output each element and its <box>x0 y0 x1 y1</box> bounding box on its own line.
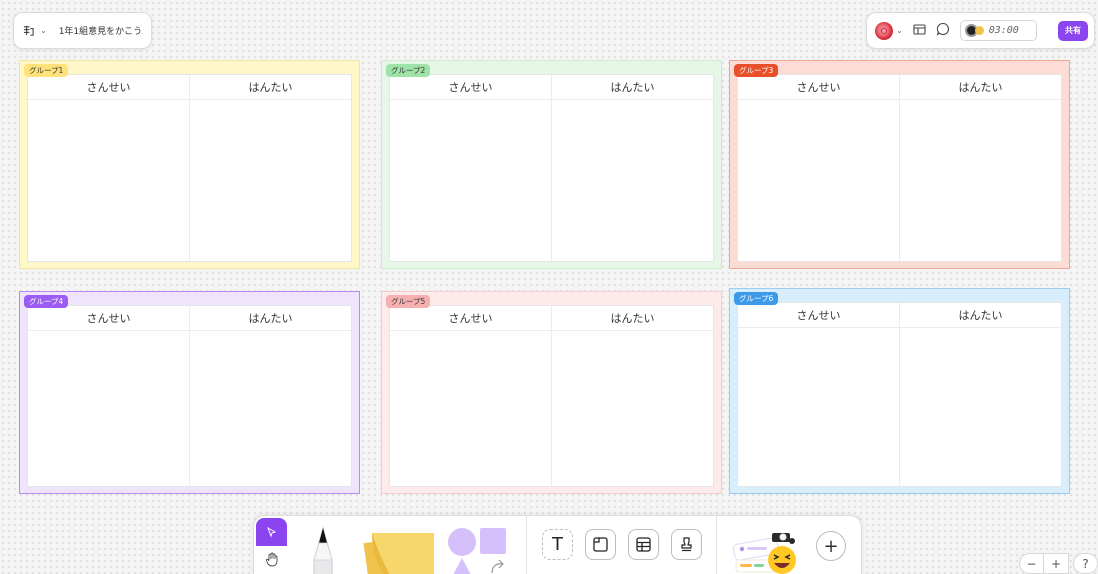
disagree-column[interactable]: はんたい <box>551 306 713 486</box>
comment-icon[interactable] <box>936 21 950 40</box>
text-tool-button[interactable]: T <box>542 529 573 560</box>
select-tool-button[interactable] <box>256 518 287 546</box>
agree-header: さんせい <box>738 75 899 100</box>
pen-icon <box>313 526 333 574</box>
top-right-controls: ⌄ 03:00 共有 <box>866 12 1095 49</box>
group-frame-4[interactable]: グループ4 さんせい はんたい <box>19 291 360 494</box>
agree-column[interactable]: さんせい <box>28 75 189 261</box>
help-button[interactable]: ? <box>1073 553 1098 574</box>
toolbar-divider <box>526 516 527 574</box>
opinion-table[interactable]: さんせい はんたい <box>737 302 1062 487</box>
group-frame-5[interactable]: グループ5 さんせい はんたい <box>381 291 722 494</box>
disagree-column[interactable]: はんたい <box>189 306 351 486</box>
opinion-table[interactable]: さんせい はんたい <box>27 305 352 487</box>
share-button[interactable]: 共有 <box>1058 20 1088 41</box>
group-frame-1[interactable]: グループ1 さんせい はんたい <box>19 60 360 269</box>
whiteboard-app: ⌄ 1年1組意見をかこう ⌄ 03:00 共有 グループ1 さんせい はんたい … <box>0 0 1098 574</box>
stamp-tool-button[interactable] <box>671 529 702 560</box>
sticky-note-icon <box>363 533 434 574</box>
agree-column[interactable]: さんせい <box>28 306 189 486</box>
disagree-header: はんたい <box>900 75 1061 100</box>
agree-column[interactable]: さんせい <box>390 75 551 261</box>
frame-tool-button[interactable] <box>585 529 616 560</box>
shape-tool[interactable] <box>444 525 510 574</box>
table-tool-button[interactable] <box>628 529 659 560</box>
disagree-header: はんたい <box>190 306 351 331</box>
stamp-icon <box>681 537 692 552</box>
agree-header: さんせい <box>390 75 551 100</box>
agree-header: さんせい <box>28 306 189 331</box>
disagree-column[interactable]: はんたい <box>899 75 1061 261</box>
group-label[interactable]: グループ2 <box>386 64 431 77</box>
chevron-down-icon[interactable]: ⌄ <box>40 26 47 35</box>
disagree-header: はんたい <box>552 75 713 100</box>
agree-column[interactable]: さんせい <box>390 306 551 486</box>
agree-header: さんせい <box>28 75 189 100</box>
opinion-table[interactable]: さんせい はんたい <box>27 74 352 262</box>
add-button[interactable]: + <box>816 531 846 561</box>
group-label[interactable]: グループ5 <box>386 295 431 308</box>
frame-icon <box>593 537 608 552</box>
disagree-header: はんたい <box>900 303 1061 328</box>
rose-avatar-icon[interactable] <box>875 21 893 40</box>
zoom-in-button[interactable]: + <box>1043 553 1069 574</box>
timer-display: 03:00 <box>988 25 1019 36</box>
disagree-header: はんたい <box>190 75 351 100</box>
hand-tool-button[interactable] <box>256 546 287 573</box>
group-label[interactable]: グループ6 <box>734 292 779 305</box>
disagree-column[interactable]: はんたい <box>189 75 351 261</box>
group-frame-3[interactable]: グループ3 さんせい はんたい <box>729 60 1070 269</box>
table-icon <box>636 537 651 552</box>
group-label[interactable]: グループ4 <box>24 295 69 308</box>
opinion-table[interactable]: さんせい はんたい <box>389 305 714 487</box>
disagree-header: はんたい <box>552 306 713 331</box>
group-frame-6[interactable]: グループ6 さんせい はんたい <box>729 288 1070 494</box>
opinion-table[interactable]: さんせい はんたい <box>737 74 1062 262</box>
zoom-out-button[interactable]: − <box>1019 553 1044 574</box>
toolbar-divider <box>716 516 717 574</box>
board-icon[interactable] <box>23 21 34 40</box>
agree-column[interactable]: さんせい <box>738 75 899 261</box>
agree-header: さんせい <box>390 306 551 331</box>
document-menu[interactable]: ⌄ 1年1組意見をかこう <box>13 12 152 49</box>
group-label[interactable]: グループ1 <box>24 64 69 77</box>
opinion-table[interactable]: さんせい はんたい <box>389 74 714 262</box>
layout-icon[interactable] <box>913 21 926 40</box>
pointer-icon <box>267 526 277 537</box>
pen-tool[interactable] <box>306 526 340 574</box>
group-frame-2[interactable]: グループ2 さんせい はんたい <box>381 60 722 269</box>
disagree-column[interactable]: はんたい <box>551 75 713 261</box>
template-library[interactable] <box>732 527 798 574</box>
agree-column[interactable]: さんせい <box>738 303 899 486</box>
flame-icon <box>974 26 984 35</box>
template-icon <box>733 533 796 574</box>
user-menu[interactable]: ⌄ <box>875 21 903 40</box>
group-label[interactable]: グループ3 <box>734 64 779 77</box>
document-title[interactable]: 1年1組意見をかこう <box>59 24 142 37</box>
timer-control[interactable]: 03:00 <box>959 20 1037 41</box>
chevron-down-icon[interactable]: ⌄ <box>896 26 903 35</box>
shapes-icon <box>448 528 506 574</box>
agree-header: さんせい <box>738 303 899 328</box>
hand-icon <box>265 552 277 567</box>
bottom-toolbar: T + <box>253 515 862 574</box>
text-icon: T <box>552 533 563 555</box>
sticky-note-tool[interactable] <box>358 527 440 574</box>
disagree-column[interactable]: はんたい <box>899 303 1061 486</box>
